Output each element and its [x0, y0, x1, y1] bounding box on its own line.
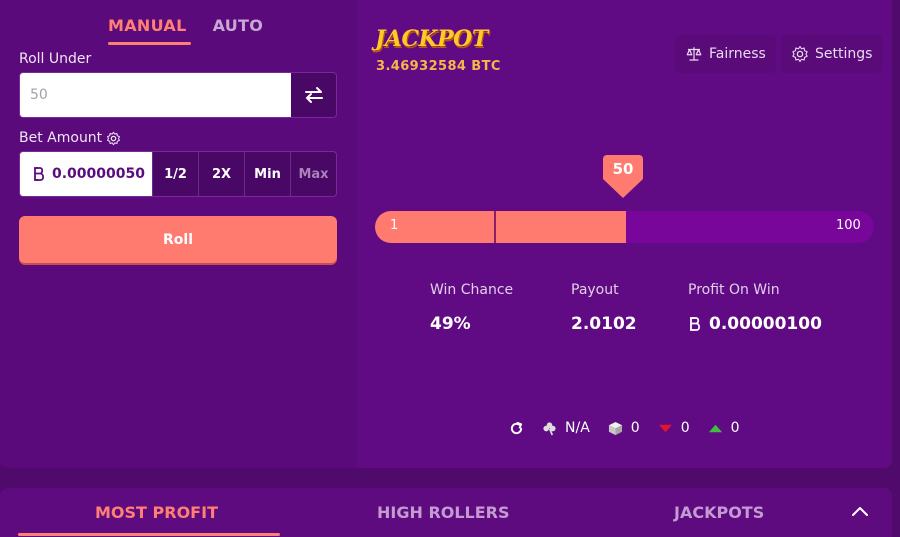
- slider-min-label: 1: [390, 218, 399, 233]
- profit-stat: Profit On Win 0.00000100: [688, 282, 822, 334]
- tab-most-profit[interactable]: MOST PROFIT: [95, 503, 218, 522]
- chevron-up-icon[interactable]: [850, 502, 870, 522]
- bet-controls-panel: MANUAL AUTO Roll Under Bet Amount: [0, 0, 356, 468]
- dice-board: JACKPOT 3.46932584 BTC Fairness Settings…: [357, 0, 892, 468]
- fairness-button[interactable]: Fairness: [675, 35, 776, 73]
- profit-value-row: 0.00000100: [688, 314, 822, 334]
- half-bet-button[interactable]: 1/2: [152, 152, 198, 196]
- wins-stat: 0: [708, 420, 740, 436]
- scales-icon: [686, 47, 702, 61]
- gear-icon: [792, 45, 808, 63]
- settings-button[interactable]: Settings: [781, 35, 883, 73]
- refresh-icon[interactable]: [509, 421, 524, 436]
- btc-icon: [690, 317, 701, 331]
- clover-icon: [543, 421, 556, 435]
- roll-under-field: [19, 72, 337, 118]
- luck-stat: N/A: [542, 420, 590, 436]
- roll-under-input[interactable]: [20, 73, 291, 117]
- jackpot-logo: JACKPOT: [375, 26, 488, 52]
- payout-stat: Payout 2.0102: [571, 282, 637, 334]
- tab-high-rollers[interactable]: HIGH ROLLERS: [377, 503, 510, 522]
- settings-label: Settings: [815, 46, 873, 62]
- luck-value: N/A: [565, 420, 590, 436]
- roll-button[interactable]: Roll: [19, 216, 337, 263]
- tab-jackpots[interactable]: JACKPOTS: [674, 503, 764, 522]
- profit-label: Profit On Win: [688, 282, 780, 298]
- dice-icon: [608, 421, 622, 435]
- wins-value: 0: [730, 420, 740, 436]
- dice-game-panel: MANUAL AUTO Roll Under Bet Amount: [0, 0, 892, 468]
- win-chance-value: 49%: [430, 314, 471, 334]
- bet-amount-input[interactable]: 0.00000050: [20, 152, 152, 196]
- max-bet-button[interactable]: Max: [290, 152, 336, 196]
- min-bet-button[interactable]: Min: [244, 152, 290, 196]
- swap-direction-button[interactable]: [291, 73, 336, 117]
- losses-stat: 0: [658, 420, 690, 436]
- session-stats: N/A 0 0 0: [509, 420, 740, 436]
- tab-manual[interactable]: MANUAL: [108, 16, 191, 45]
- jackpot-amount: 3.46932584 BTC: [376, 59, 501, 74]
- win-chance-label: Win Chance: [430, 282, 514, 298]
- triangle-down-icon: [658, 424, 672, 432]
- payout-value: 2.0102: [571, 314, 637, 334]
- swap-icon: [304, 87, 323, 103]
- slider-divider: [494, 211, 496, 243]
- slider-marker-value: 50: [612, 160, 634, 178]
- win-chance-stat: Win Chance 49%: [430, 282, 513, 334]
- gear-icon[interactable]: [106, 131, 121, 146]
- fairness-label: Fairness: [709, 46, 766, 62]
- active-tab-underline: [18, 533, 280, 536]
- bet-amount-field: 0.00000050 1/2 2X Min Max: [19, 151, 337, 197]
- roll-under-label: Roll Under: [19, 51, 92, 67]
- slider-win-range: [375, 211, 626, 243]
- bet-amount-label-row: Bet Amount: [19, 130, 121, 146]
- btc-icon: [34, 167, 45, 181]
- bets-value: 0: [630, 420, 640, 436]
- slider-max-label: 100: [836, 218, 861, 233]
- triangle-up-icon: [708, 424, 722, 432]
- profit-value: 0.00000100: [709, 314, 822, 334]
- payout-label: Payout: [571, 282, 619, 298]
- leaderboard-tabs: MOST PROFIT HIGH ROLLERS JACKPOTS: [0, 488, 892, 537]
- bet-amount-value: 0.00000050: [52, 166, 145, 182]
- losses-value: 0: [680, 420, 690, 436]
- tab-auto[interactable]: AUTO: [213, 16, 264, 43]
- roll-slider[interactable]: [375, 211, 874, 243]
- bets-stat: 0: [608, 420, 640, 436]
- bet-amount-label: Bet Amount: [19, 130, 103, 146]
- mode-tabs: MANUAL AUTO: [108, 16, 264, 45]
- double-bet-button[interactable]: 2X: [198, 152, 244, 196]
